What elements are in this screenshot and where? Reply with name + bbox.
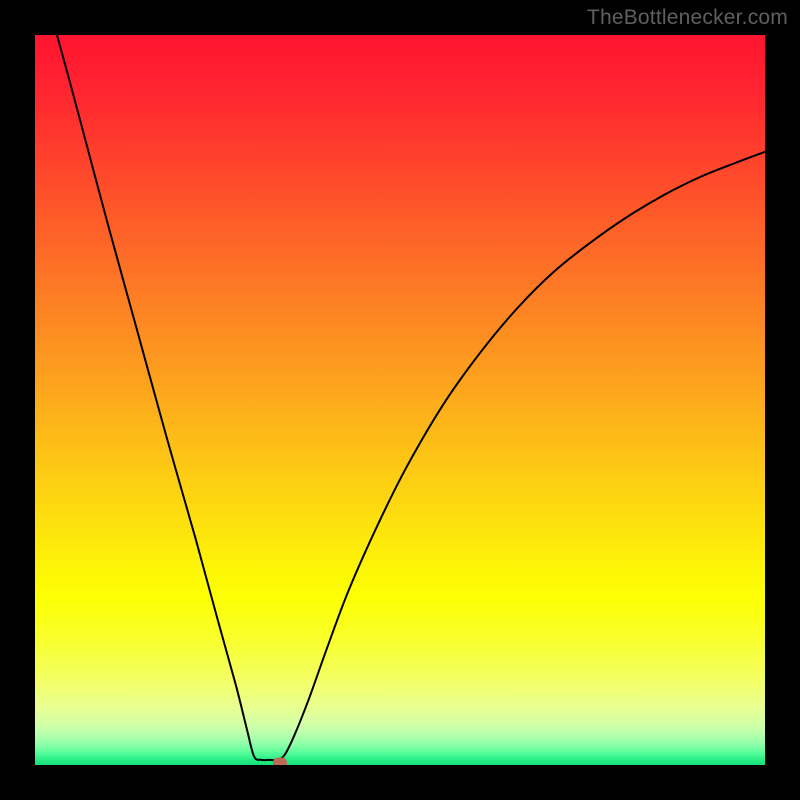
attribution-label: TheBottlenecker.com [587,6,788,30]
bottleneck-chart [35,35,765,765]
optimal-point-marker [273,757,287,765]
plot-area [35,35,765,765]
gradient-background [35,35,765,765]
chart-frame: TheBottlenecker.com [0,0,800,800]
